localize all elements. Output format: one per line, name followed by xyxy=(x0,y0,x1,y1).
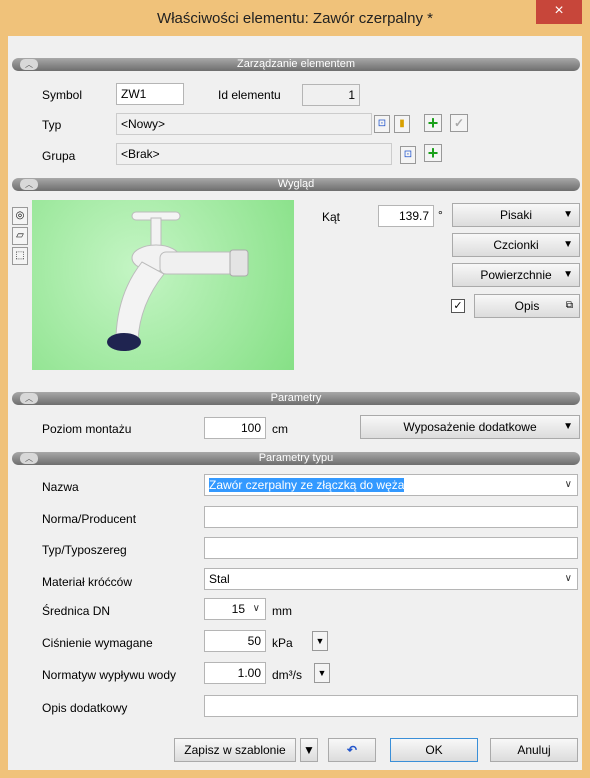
czcionki-button[interactable]: Czcionki ▼ xyxy=(452,233,580,257)
dn-select[interactable]: 15 ∨ xyxy=(204,598,266,620)
cisnienie-label: Ciśnienie wymagane xyxy=(42,636,153,650)
id-label: Id elementu xyxy=(218,88,281,102)
typoszereg-input[interactable] xyxy=(204,537,578,559)
pisaki-button[interactable]: Pisaki ▼ xyxy=(452,203,580,227)
material-value: Stal xyxy=(209,572,230,586)
normatyw-input[interactable]: 1.00 xyxy=(204,662,266,684)
dn-unit: mm xyxy=(272,604,292,618)
view-3d-icon[interactable]: ⬚ xyxy=(12,247,28,265)
grupa-label: Grupa xyxy=(42,149,76,163)
dropdown-arrow-icon: ▼ xyxy=(563,269,573,280)
nazwa-value: Zawór czerpalny ze złączką do węża xyxy=(209,478,405,492)
chevron-down-icon: ∨ xyxy=(564,479,572,490)
chevron-down-icon: ∨ xyxy=(564,573,572,584)
collapse-icon[interactable]: ︿ xyxy=(20,179,38,190)
view-camera-icon[interactable]: ◎ xyxy=(12,207,28,225)
normatyw-unit: dm³/s xyxy=(272,668,302,682)
grupa-field[interactable]: <Brak> xyxy=(116,143,392,165)
faucet-icon xyxy=(107,211,249,351)
section-header-appearance[interactable]: ︿ Wygląd xyxy=(12,178,580,191)
cisnienie-input[interactable]: 50 xyxy=(204,630,266,652)
norma-label: Norma/Producent xyxy=(42,512,137,526)
cisnienie-dropdown[interactable]: ▼ xyxy=(312,631,328,651)
section-title: Zarządzanie elementem xyxy=(236,58,355,70)
material-label: Materiał króćców xyxy=(42,575,133,589)
cisnienie-unit: kPa xyxy=(272,636,293,650)
zapisz-dropdown[interactable]: ▼ xyxy=(300,738,318,762)
title-bar[interactable]: Właściwości elementu: Zawór czerpalny * … xyxy=(0,0,590,36)
material-select[interactable]: Stal ∨ xyxy=(204,568,578,590)
window-title: Właściwości elementu: Zawór czerpalny * xyxy=(157,10,433,27)
powierzchnie-button[interactable]: Powierzchnie ▼ xyxy=(452,263,580,287)
collapse-icon[interactable]: ︿ xyxy=(20,453,38,464)
typoszereg-label: Typ/Typoszereg xyxy=(42,543,127,557)
dropdown-arrow-icon: ▼ xyxy=(563,239,573,250)
poziom-unit: cm xyxy=(272,422,288,436)
ok-button[interactable]: OK xyxy=(390,738,478,762)
view-2d-icon[interactable]: ▱ xyxy=(12,227,28,245)
symbol-input[interactable]: ZW1 xyxy=(116,83,184,105)
edit-type-icon[interactable]: ▮ xyxy=(394,115,410,133)
dropdown-arrow-icon: ▼ xyxy=(563,209,573,220)
add-group-button[interactable]: + xyxy=(424,144,442,162)
normatyw-dropdown[interactable]: ▼ xyxy=(314,663,330,683)
dn-value: 15 xyxy=(231,602,245,616)
section-header-type-params[interactable]: ︿ Parametry typu xyxy=(12,452,580,465)
symbol-label: Symbol xyxy=(42,88,83,102)
norma-input[interactable] xyxy=(204,506,578,528)
wyposazenie-label: Wyposażenie dodatkowe xyxy=(403,420,537,434)
opis-dod-label: Opis dodatkowy xyxy=(42,701,128,715)
powierzchnie-label: Powierzchnie xyxy=(480,268,552,282)
select-type-icon[interactable]: ⊡ xyxy=(374,115,390,133)
wyposazenie-button[interactable]: Wyposażenie dodatkowe ▼ xyxy=(360,415,580,439)
opis-label: Opis xyxy=(514,299,540,313)
close-button[interactable]: × xyxy=(536,0,582,24)
id-field: 1 xyxy=(302,84,360,106)
poziom-input[interactable]: 100 xyxy=(204,417,266,439)
opis-checkbox[interactable]: ✓ xyxy=(451,299,465,313)
dn-label: Średnica DN xyxy=(42,604,111,618)
undo-icon[interactable]: ↶ xyxy=(328,738,376,762)
anuluj-button[interactable]: Anuluj xyxy=(490,738,578,762)
czcionki-label: Czcionki xyxy=(493,238,539,252)
section-title: Parametry xyxy=(270,392,322,404)
nazwa-select[interactable]: Zawór czerpalny ze złączką do węża ∨ xyxy=(204,474,578,496)
opis-button[interactable]: Opis ⧉ xyxy=(474,294,580,318)
nazwa-label: Nazwa xyxy=(42,480,79,494)
section-title: Wygląd xyxy=(277,178,315,190)
collapse-icon[interactable]: ︿ xyxy=(20,393,38,404)
check-icon[interactable]: ✓ xyxy=(450,114,468,132)
dropdown-arrow-icon: ▼ xyxy=(563,421,573,432)
preview-image xyxy=(32,200,294,370)
kat-label: Kąt xyxy=(322,210,341,224)
section-title: Parametry typu xyxy=(258,452,334,464)
popup-icon: ⧉ xyxy=(565,300,573,311)
zapisz-szablon-button[interactable]: Zapisz w szablonie xyxy=(174,738,296,762)
normatyw-label: Normatyw wypływu wody xyxy=(42,668,177,682)
kat-input[interactable]: 139.7 xyxy=(378,205,434,227)
poziom-label: Poziom montażu xyxy=(42,422,132,436)
section-header-params[interactable]: ︿ Parametry xyxy=(12,392,580,405)
pisaki-label: Pisaki xyxy=(499,208,532,222)
typ-label: Typ xyxy=(42,118,62,132)
section-header-management[interactable]: ︿ Zarządzanie elementem xyxy=(12,58,580,71)
chevron-down-icon: ∨ xyxy=(252,603,260,614)
opis-dod-input[interactable] xyxy=(204,695,578,717)
select-group-icon[interactable]: ⊡ xyxy=(400,146,416,164)
add-type-button[interactable]: + xyxy=(424,114,442,132)
collapse-icon[interactable]: ︿ xyxy=(20,59,38,70)
typ-field[interactable]: <Nowy> xyxy=(116,113,372,135)
kat-unit: ° xyxy=(438,208,443,222)
